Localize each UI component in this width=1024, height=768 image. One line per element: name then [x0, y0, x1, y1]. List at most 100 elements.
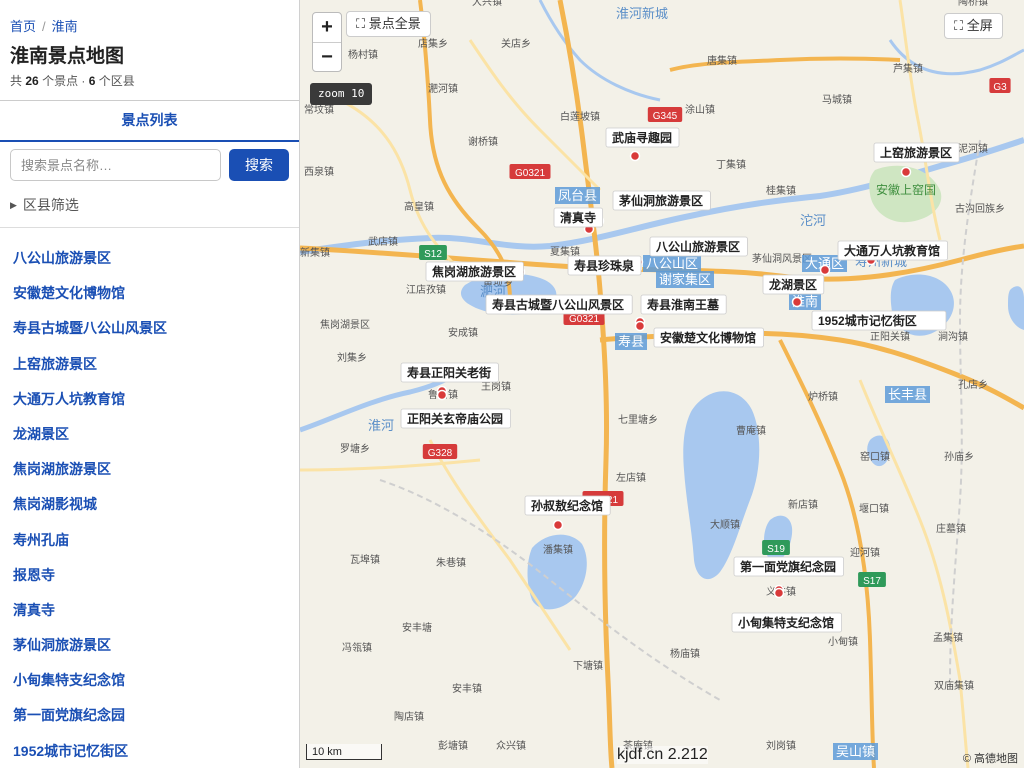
scale-bar: 10 km — [306, 744, 382, 760]
poi-marker[interactable] — [773, 587, 785, 599]
place-label: 正阳关镇 — [870, 330, 910, 343]
district-label: 长丰县 — [888, 387, 927, 402]
place-label: 涧沟镇 — [938, 330, 968, 343]
place-label: 新集镇 — [300, 246, 330, 259]
place-label: 小甸镇 — [828, 635, 858, 648]
place-label: 庄墓镇 — [936, 522, 966, 535]
spot-list-item[interactable]: 1952城市记忆街区 — [13, 741, 167, 768]
place-label: 堰口镇 — [859, 502, 889, 515]
place-label: 刘岗镇 — [766, 739, 796, 752]
district-label: 八公山区 — [646, 256, 698, 271]
zoom-out-button[interactable]: − — [313, 42, 341, 71]
place-label: 涂山镇 — [685, 103, 715, 116]
poi-marker[interactable] — [629, 150, 641, 162]
poi-label: 上窑旅游景区 — [880, 145, 952, 160]
poi-marker[interactable] — [791, 296, 803, 308]
district-filter-toggle[interactable]: ▶ 区县筛选 — [10, 195, 79, 215]
place-label: 安丰镇 — [452, 682, 482, 695]
breadcrumb: 首页 / 淮南 — [10, 16, 78, 35]
spot-list-item[interactable]: 大通万人坑教育馆 — [13, 389, 167, 424]
spot-list-item[interactable]: 焦岗湖影视城 — [13, 494, 167, 529]
breadcrumb-current-link[interactable]: 淮南 — [52, 19, 78, 34]
district-filter-label: 区县筛选 — [22, 197, 79, 213]
poi-label: 小甸集特支纪念馆 — [738, 615, 834, 630]
spot-list-item[interactable]: 上窑旅游景区 — [13, 354, 167, 389]
place-label: 彭塘镇 — [438, 739, 468, 752]
spot-list-item[interactable]: 茅仙洞旅游景区 — [13, 635, 167, 670]
breadcrumb-home-link[interactable]: 首页 — [10, 19, 36, 34]
tab-spot-list[interactable]: 景点列表 — [0, 101, 299, 139]
poi-label: 正阳关玄帝庙公园 — [407, 411, 503, 426]
spot-unit: 个景点 · — [42, 74, 86, 88]
map-view[interactable]: G345G0321S12G328S19S17G3G0321G0321 杨村镇店集… — [300, 0, 1024, 768]
page-title: 淮南景点地图 — [10, 46, 125, 67]
poi-label: 安徽楚文化博物馆 — [660, 330, 756, 345]
map-canvas[interactable]: G345G0321S12G328S19S17G3G0321G0321 杨村镇店集… — [300, 0, 1024, 768]
river-label: 淮河 — [368, 418, 394, 433]
spot-list-item[interactable]: 第一面党旗纪念园 — [13, 705, 167, 740]
poi-label: 寿县古城暨八公山风景区 — [492, 297, 624, 312]
place-label: 江店孜镇 — [406, 283, 446, 296]
poi-marker[interactable] — [819, 264, 831, 276]
spot-list-item[interactable]: 安徽楚文化博物馆 — [13, 283, 167, 318]
search-input[interactable] — [10, 149, 221, 181]
poi-marker[interactable] — [552, 519, 564, 531]
place-label: 孟集镇 — [933, 631, 963, 644]
place-label: 杨庙镇 — [670, 647, 700, 660]
tab-bar: 景点列表 — [0, 100, 299, 142]
poi-label: 茅仙洞旅游景区 — [619, 193, 703, 208]
place-label: 武店镇 — [368, 235, 398, 248]
road-shield-label: S12 — [424, 249, 442, 260]
district-label: 谢家集区 — [659, 272, 711, 287]
place-label: 曹庵镇 — [736, 424, 766, 437]
road-shield-label: S17 — [863, 576, 881, 587]
place-label: 朱巷镇 — [436, 556, 466, 569]
search-button[interactable]: 搜索 — [229, 149, 289, 181]
spot-list-item[interactable]: 龙湖景区 — [13, 424, 167, 459]
poi-label: 龙湖景区 — [769, 277, 817, 292]
place-label: 桂集镇 — [766, 184, 796, 197]
spot-list-item[interactable]: 小甸集特支纪念馆 — [13, 670, 167, 705]
spot-list-item[interactable]: 清真寺 — [13, 600, 167, 635]
spot-list-item[interactable]: 八公山旅游景区 — [13, 248, 167, 283]
place-label: 西泉镇 — [304, 165, 334, 178]
place-label: 冯瓴镇 — [342, 641, 372, 654]
place-label: 焦岗湖景区 — [320, 318, 370, 331]
poi-label: 焦岗湖旅游景区 — [431, 264, 516, 279]
district-label: 寿县 — [618, 334, 644, 349]
triangle-right-icon: ▶ — [10, 200, 17, 210]
place-label: 关店乡 — [501, 37, 531, 50]
poi-marker[interactable] — [436, 389, 448, 401]
forest-park-label: 安徽上窑国 — [876, 182, 936, 197]
fit-all-button[interactable]: ⛶ 景点全景 — [346, 11, 431, 37]
place-label: 陶桥镇 — [958, 0, 988, 8]
place-label: 安丰塘 — [402, 621, 432, 634]
place-label: 大顺镇 — [710, 518, 740, 531]
poi-label: 大通万人坑教育馆 — [844, 243, 940, 258]
fullscreen-icon: ⛶ — [954, 18, 964, 33]
place-label: 窑口镇 — [860, 450, 890, 463]
place-label: 谢桥镇 — [468, 135, 498, 148]
spot-list-item[interactable]: 焦岗湖旅游景区 — [13, 459, 167, 494]
spot-list-item[interactable]: 报恩寺 — [13, 565, 167, 600]
district-label: 凤台县 — [558, 188, 597, 203]
area-label: 淮河新城 — [616, 6, 668, 21]
place-label: 马城镇 — [822, 93, 852, 106]
poi-marker[interactable] — [900, 166, 912, 178]
fit-all-label: 景点全景 — [368, 16, 421, 31]
sidebar: 首页 / 淮南 淮南景点地图 共 26 个景点 · 6 个区县 景点列表 搜索 ▶ 区… — [0, 0, 300, 768]
list-divider — [0, 227, 299, 228]
district-count: 6 — [88, 74, 96, 88]
place-label: 丁集镇 — [716, 158, 746, 171]
fullscreen-button[interactable]: ⛶ 全屏 — [944, 13, 1003, 39]
spot-list: 八公山旅游景区 安徽楚文化博物馆 寿县古城暨八公山风景区 上窑旅游景区 大通万人坑教育馆… — [13, 248, 167, 768]
poi-label: 1952城市记忆街区 — [818, 313, 917, 328]
place-label: 店集乡 — [418, 37, 448, 50]
spot-list-item[interactable]: 寿县古城暨八公山风景区 — [13, 318, 167, 353]
district-label: 吴山镇 — [836, 744, 875, 759]
spot-list-item[interactable]: 寿州孔庙 — [13, 530, 167, 565]
poi-marker[interactable] — [634, 320, 646, 332]
place-label: 下塘镇 — [573, 659, 603, 672]
zoom-in-button[interactable]: + — [313, 13, 341, 42]
place-label: 双庙集镇 — [934, 679, 974, 692]
